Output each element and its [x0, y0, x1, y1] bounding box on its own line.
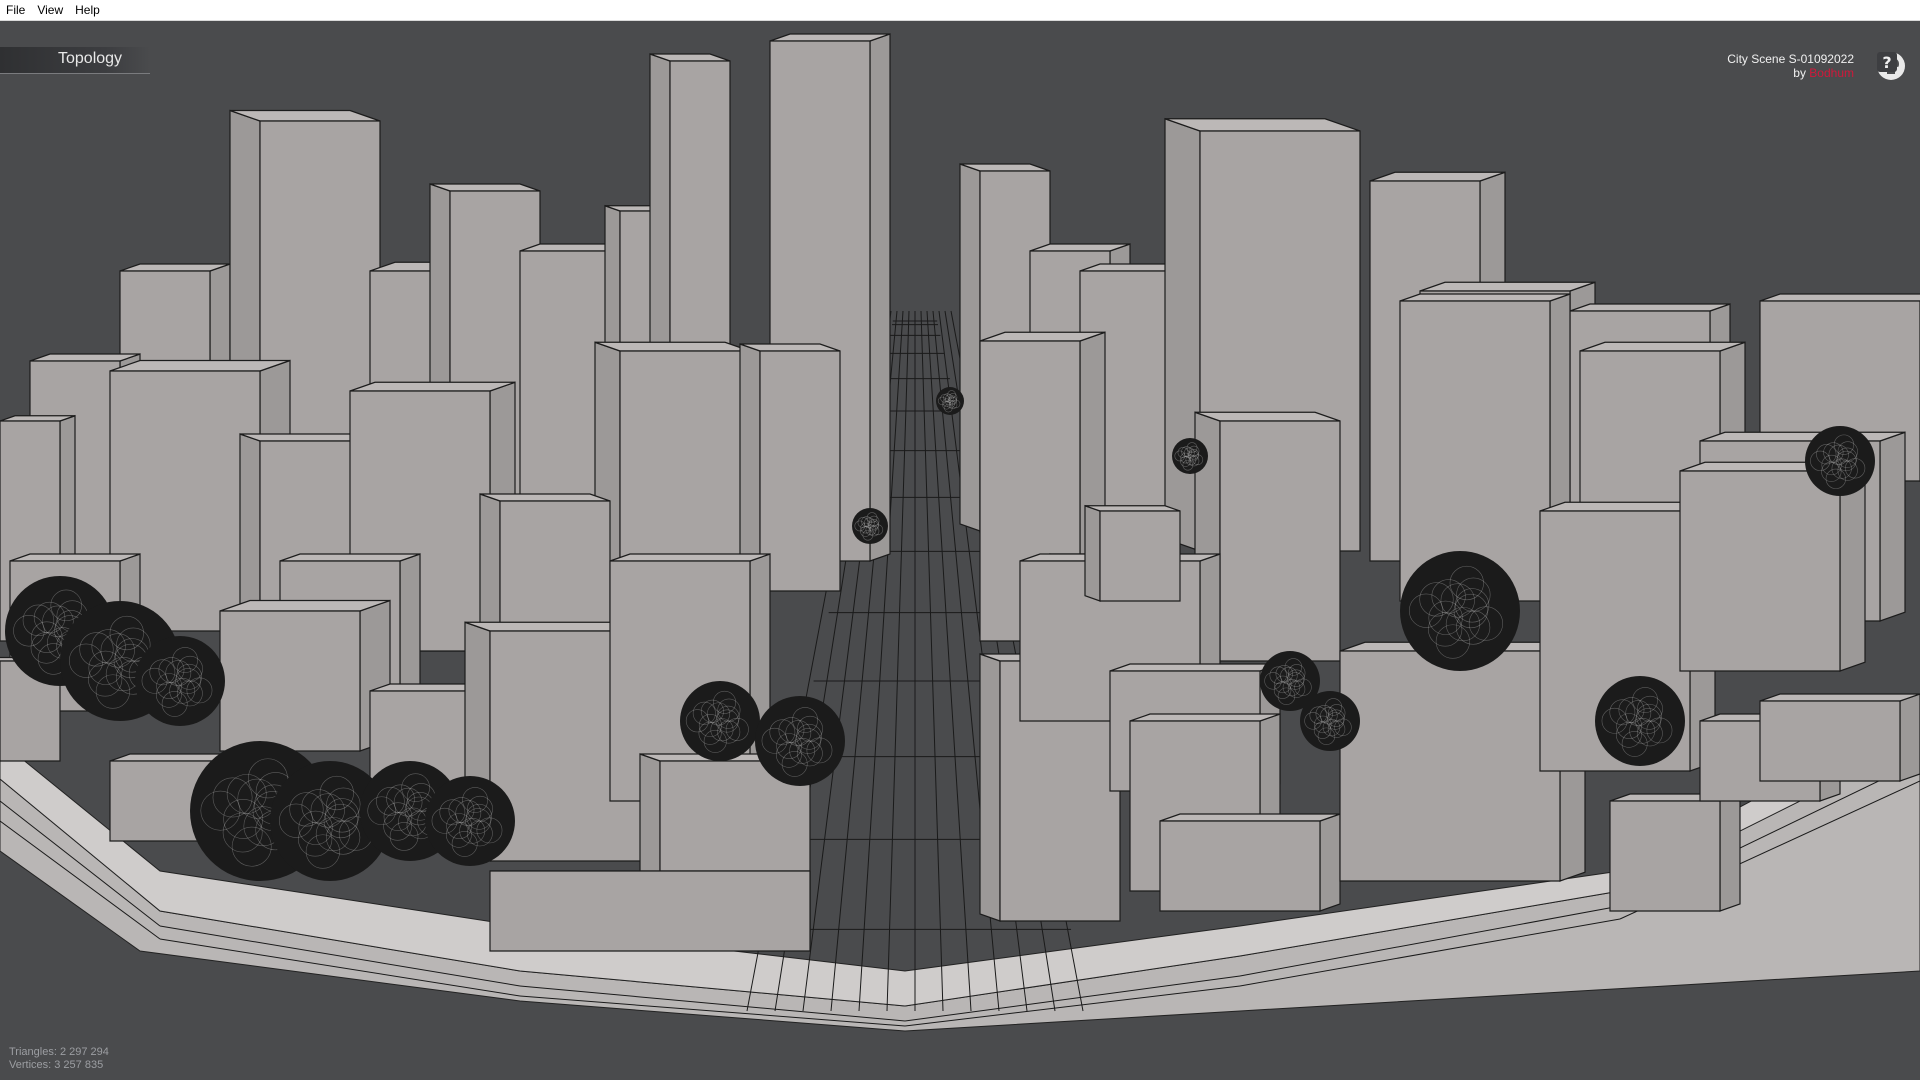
vertices-label: Vertices:	[9, 1059, 52, 1071]
building	[219, 599, 391, 752]
building-front	[1679, 470, 1841, 672]
building-roof	[1369, 171, 1506, 182]
building-front	[1609, 800, 1721, 912]
building-roof	[1129, 713, 1281, 722]
building	[489, 870, 811, 952]
tree	[1172, 438, 1208, 474]
building-roof	[609, 553, 771, 562]
vertices-value: 3 257 835	[54, 1059, 104, 1071]
view-mode-label: Topology	[58, 50, 123, 67]
wireframe-toggle-button[interactable]	[1877, 52, 1910, 159]
scene-author-line: by Bodhum	[1727, 66, 1854, 80]
building-roof	[1759, 293, 1920, 302]
building	[1759, 693, 1920, 782]
tree-canopy	[1400, 551, 1520, 671]
building-roof	[1109, 663, 1281, 672]
vertices-stat: Vertices: 3 257 835	[9, 1059, 109, 1072]
tree-canopy	[1805, 426, 1875, 496]
building-roof	[479, 493, 611, 502]
building-roof	[1419, 281, 1596, 292]
building-front	[1099, 510, 1181, 602]
help-icon: ?	[1877, 52, 1897, 72]
building-side	[869, 33, 891, 562]
building-front	[759, 350, 841, 592]
building-roof	[279, 553, 421, 562]
tree	[1300, 691, 1360, 751]
building-side	[1879, 431, 1906, 622]
scene-stats: Triangles: 2 297 294 Vertices: 3 257 835	[9, 1046, 109, 1072]
building-roof	[119, 263, 231, 272]
building-roof	[1569, 303, 1731, 312]
tree	[755, 696, 845, 786]
building-front	[1339, 650, 1561, 882]
road-edge	[920, 310, 944, 1012]
triangles-value: 2 297 294	[59, 1046, 109, 1058]
scene-info: City Scene S-01092022 by Bodhum	[1727, 52, 1854, 80]
tree	[425, 776, 515, 866]
menu-bar: File View Help	[0, 0, 1920, 21]
menu-file[interactable]: File	[0, 0, 31, 20]
building-side	[1719, 793, 1741, 912]
building-roof	[1159, 813, 1341, 822]
tree	[135, 636, 225, 726]
building-roof	[1759, 693, 1920, 702]
tree-canopy	[1595, 676, 1685, 766]
tree	[936, 387, 964, 415]
building-roof	[1699, 431, 1906, 442]
tree	[680, 681, 760, 761]
building-side	[959, 163, 981, 532]
building-roof	[769, 33, 891, 42]
building-roof	[349, 381, 516, 392]
author-link[interactable]: Bodhum	[1809, 66, 1854, 80]
building-side	[1084, 504, 1101, 602]
tree	[1595, 676, 1685, 766]
scene-title: City Scene S-01092022	[1727, 52, 1854, 66]
tree-canopy	[135, 636, 225, 726]
tree	[1805, 426, 1875, 496]
tree	[1400, 551, 1520, 671]
view-mode-tab[interactable]: Topology	[0, 47, 150, 74]
building	[1609, 793, 1741, 912]
building-roof	[9, 553, 141, 562]
building-side	[1319, 813, 1341, 912]
help-button[interactable]: ?	[1877, 52, 1910, 197]
tree-canopy	[680, 681, 760, 761]
building-roof	[429, 183, 541, 192]
building-roof	[1399, 293, 1571, 302]
author-prefix: by	[1793, 66, 1806, 80]
building	[1159, 813, 1341, 912]
building-roof	[1194, 411, 1341, 422]
tree	[852, 508, 888, 544]
building	[1084, 504, 1181, 602]
building-roof	[0, 415, 76, 422]
tree-canopy	[1300, 691, 1360, 751]
display-toggle-button[interactable]	[1878, 56, 1910, 121]
building-side	[979, 653, 1001, 922]
building-roof	[1164, 118, 1361, 132]
building-side	[1899, 693, 1920, 782]
3d-viewport[interactable]: Topology City Scene S-01092022 by Bodhum	[0, 21, 1920, 1080]
building-front	[489, 870, 811, 952]
building-front	[1159, 820, 1321, 912]
city-model-render	[0, 33, 1920, 1032]
menu-view[interactable]: View	[31, 0, 69, 20]
triangles-label: Triangles:	[9, 1046, 57, 1058]
building-roof	[109, 359, 291, 372]
building-front	[1759, 700, 1901, 782]
building-roof	[1084, 505, 1181, 512]
tree-canopy	[425, 776, 515, 866]
triangles-stat: Triangles: 2 297 294	[9, 1046, 109, 1059]
building-roof	[594, 341, 751, 352]
building-front	[1219, 420, 1341, 662]
building-front	[219, 610, 361, 752]
building-roof	[29, 353, 141, 362]
building-roof	[219, 599, 391, 612]
menu-help[interactable]: Help	[69, 0, 106, 20]
svg-text:?: ?	[1882, 53, 1891, 72]
viewer-toolbar: ?	[1876, 51, 1912, 197]
building-roof	[1579, 341, 1746, 352]
tree-canopy	[755, 696, 845, 786]
